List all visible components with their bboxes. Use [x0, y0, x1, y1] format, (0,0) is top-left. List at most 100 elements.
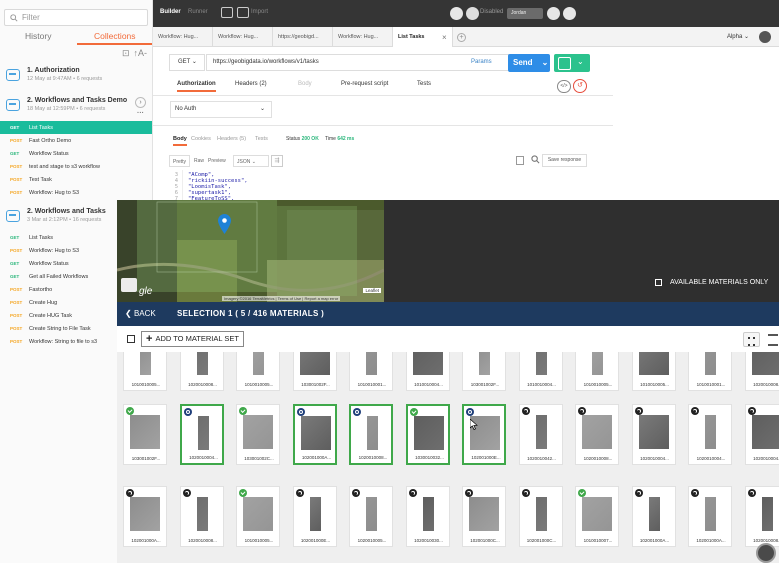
history-icon[interactable]	[521, 407, 530, 415]
request-tab[interactable]: Workflow: Hug...	[333, 27, 393, 47]
add-to-material-set-button[interactable]: + ADD TO MATERIAL SET	[141, 331, 244, 347]
material-tile[interactable]: 102001000A...	[123, 486, 167, 547]
material-tile[interactable]: 1010010004...	[405, 352, 450, 391]
history-icon[interactable]	[465, 489, 473, 497]
preview-icon[interactable]	[296, 408, 305, 416]
sync-icon[interactable]	[450, 7, 463, 20]
chevron-down-icon[interactable]: ⌄	[577, 57, 584, 66]
material-tile[interactable]: 1030010032...	[405, 404, 450, 465]
material-tile[interactable]: 103001002F...	[292, 352, 337, 391]
auth-type-select[interactable]: No Auth ⌄	[170, 101, 272, 118]
collection-workflows-demo[interactable]: 2. Workflows and Tasks Demo 18 May at 12…	[0, 96, 152, 120]
material-tile[interactable]: 1020010004...	[744, 404, 779, 465]
material-tile[interactable]: 1020010004...	[631, 404, 676, 465]
material-tile[interactable]: 1020010005...	[349, 486, 393, 547]
request-item[interactable]: POST Workflow: Hug to S3	[0, 186, 152, 199]
method-select[interactable]: GET ⌄	[169, 54, 205, 71]
runner-tab[interactable]: Runner	[188, 9, 208, 15]
add-tab-icon[interactable]: +	[457, 33, 466, 42]
history-icon[interactable]	[295, 489, 304, 497]
history-icon[interactable]	[408, 489, 417, 497]
material-tile[interactable]: 1010010001...	[688, 352, 732, 391]
map[interactable]: gle Leaflet Imagery ©2016 TerraMetrics |…	[117, 200, 384, 302]
request-tab[interactable]: Workflow: Hug...	[153, 27, 213, 47]
material-tile[interactable]: 1010010007...	[575, 486, 619, 547]
history-icon[interactable]	[691, 407, 699, 415]
grid-view-icon[interactable]	[743, 332, 760, 347]
wrap-icon[interactable]: ⇶	[271, 155, 283, 167]
send-button[interactable]: Send ⌄	[508, 54, 550, 72]
code-icon[interactable]: </>	[557, 80, 571, 93]
preview-icon[interactable]	[353, 408, 361, 416]
material-tile[interactable]: 1010010001...	[349, 352, 393, 391]
material-tile[interactable]: 1020010008...	[179, 486, 224, 547]
save-response-button[interactable]: Save response	[542, 154, 587, 167]
material-tile[interactable]: 1020010008...	[744, 352, 779, 391]
material-tile[interactable]: 1010010004...	[518, 352, 563, 391]
tab-pre-request-script[interactable]: Pre-request script	[341, 81, 388, 87]
notifications-icon[interactable]	[563, 7, 576, 20]
chevron-down-icon[interactable]: ⌄	[542, 58, 549, 67]
available-checkbox[interactable]	[655, 279, 662, 286]
import-label[interactable]: Import	[251, 9, 268, 15]
material-tile[interactable]: 1020010008...	[575, 404, 619, 465]
sort-button[interactable]: ↑A-	[134, 48, 148, 59]
history-icon[interactable]	[747, 407, 756, 415]
request-tab[interactable]: https://geobigd...	[273, 27, 333, 47]
save-button[interactable]: ⌄	[554, 54, 590, 72]
search-icon[interactable]	[531, 155, 540, 164]
material-tile[interactable]: 1010010005...	[123, 352, 167, 391]
map-pin-icon[interactable]	[218, 214, 231, 234]
url-input[interactable]: https://geobigdata.io/workflows/v1/tasks	[206, 54, 509, 71]
list-view-icon[interactable]	[767, 333, 779, 346]
material-tile[interactable]: 1010010005...	[631, 352, 676, 391]
user-menu[interactable]: Jordan	[507, 8, 543, 19]
history-icon[interactable]	[747, 489, 756, 497]
run-collection-icon[interactable]: ›	[135, 97, 146, 108]
material-tile[interactable]: 102001000A...	[631, 486, 676, 547]
eye-icon[interactable]	[759, 31, 771, 43]
back-button[interactable]: ❮ BACK	[125, 309, 156, 318]
material-tile[interactable]: 1020010008...	[349, 404, 393, 465]
response-tab-body[interactable]: Body	[173, 136, 187, 146]
reset-icon[interactable]: ↺	[573, 79, 587, 93]
filter-input[interactable]: Filter	[4, 9, 148, 26]
response-tab-headers[interactable]: Headers (5)	[217, 136, 246, 142]
available-check-icon[interactable]	[409, 408, 418, 416]
satellite-icon[interactable]	[466, 7, 479, 20]
help-button[interactable]	[756, 543, 776, 563]
layers-icon[interactable]	[121, 278, 137, 292]
request-tab[interactable]: Workflow: Hug...	[213, 27, 273, 47]
format-select[interactable]: JSON ⌄	[233, 155, 269, 167]
history-icon[interactable]	[182, 489, 191, 497]
material-tile[interactable]: 1020010004...	[179, 404, 224, 465]
environment-select[interactable]: Alpha ⌄	[727, 33, 749, 40]
response-tab-cookies[interactable]: Cookies	[191, 136, 211, 142]
history-icon[interactable]	[691, 489, 699, 497]
pretty-button[interactable]: Pretty	[169, 155, 191, 167]
tab-headers[interactable]: Headers (2)	[235, 81, 267, 87]
new-window-icon[interactable]	[221, 7, 233, 18]
available-check-icon[interactable]	[578, 489, 586, 497]
material-tile[interactable]: 1010010005...	[236, 352, 280, 391]
available-check-icon[interactable]	[239, 489, 247, 497]
available-materials-filter[interactable]: AVAILABLE MATERIALS ONLY	[655, 279, 768, 286]
response-tab-tests[interactable]: Tests	[255, 136, 268, 142]
material-tile[interactable]: 1010010005...	[236, 486, 280, 547]
material-tile[interactable]: 1020010030...	[405, 486, 450, 547]
import-icon[interactable]	[237, 7, 249, 18]
material-tile[interactable]: 102001000C...	[518, 486, 563, 547]
tab-tests[interactable]: Tests	[417, 81, 431, 87]
settings-icon[interactable]	[547, 7, 560, 20]
material-tile[interactable]: 1020010008...	[744, 486, 779, 547]
request-item[interactable]: POST test and stage to s3 workflow	[0, 160, 152, 173]
request-item[interactable]: POST Fast Ortho Demo	[0, 134, 152, 147]
more-icon[interactable]: ···	[135, 109, 146, 120]
select-all-checkbox[interactable]	[127, 335, 135, 343]
material-tile[interactable]: 1020010004...	[688, 404, 732, 465]
material-tile[interactable]: 102001000A...	[292, 404, 337, 465]
history-icon[interactable]	[126, 489, 134, 497]
available-check-icon[interactable]	[239, 407, 247, 415]
material-tile[interactable]: 1020010008...	[179, 352, 224, 391]
builder-tab[interactable]: Builder	[160, 9, 181, 15]
